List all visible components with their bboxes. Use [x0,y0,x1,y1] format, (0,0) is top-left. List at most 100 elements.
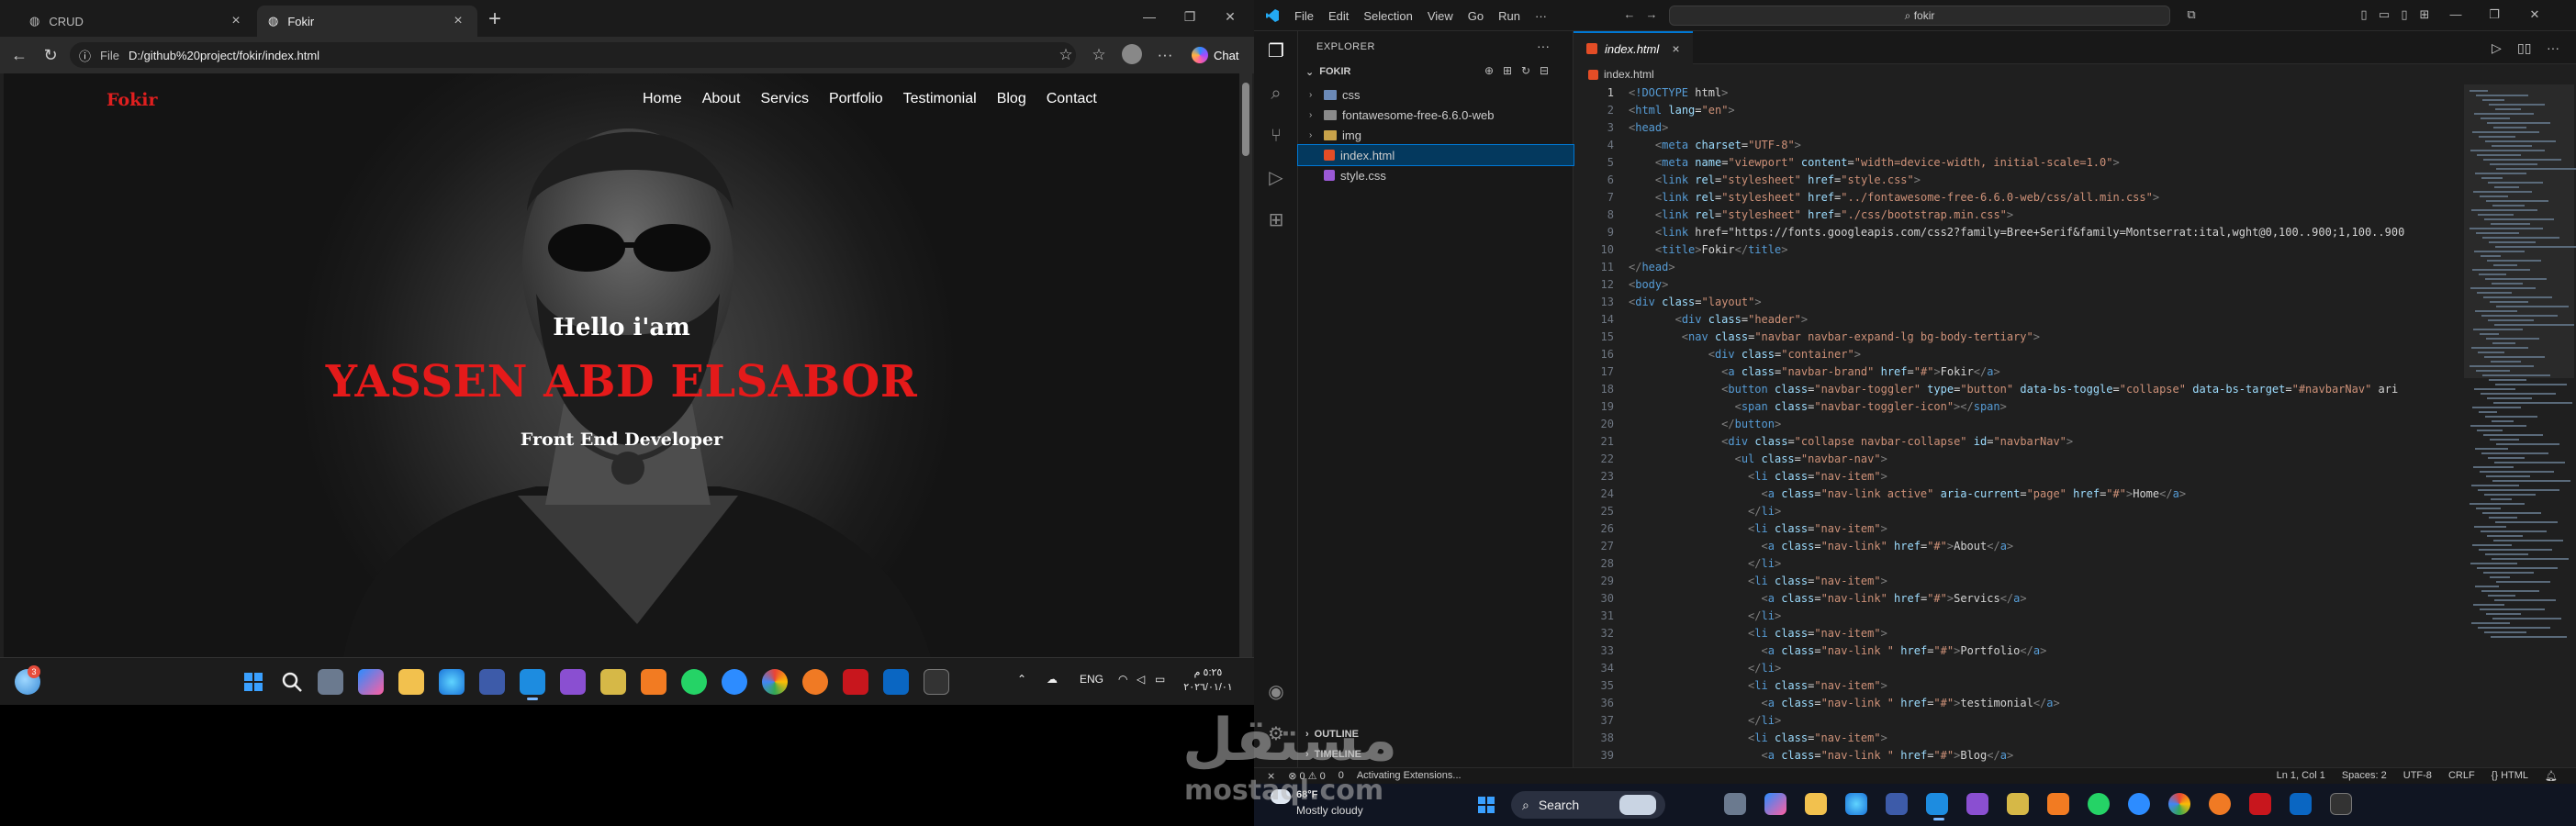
language-indicator[interactable]: ENG [1080,673,1103,686]
linkedin-icon[interactable] [883,669,909,695]
tree-item-css[interactable]: › css [1298,84,1574,105]
nav-link-home[interactable]: Home [643,91,682,107]
taskbar-search[interactable]: ⌕ Search [1511,791,1665,819]
nav-link-portfolio[interactable]: Portfolio [829,91,883,107]
search-icon[interactable] [279,669,305,695]
code-line[interactable]: <a class="nav-link " href="#">testimonia… [1629,695,2060,712]
terminal-icon[interactable] [2330,793,2352,815]
code-line[interactable]: <title>Fokir</title> [1629,241,1788,259]
favorites-icon[interactable]: ☆ [1087,44,1111,66]
more-menu-icon[interactable]: ··· [1153,44,1177,66]
zoom-icon[interactable] [722,669,747,695]
profile-avatar[interactable] [1122,44,1142,64]
minimap[interactable] [2464,84,2576,767]
close-tab-icon[interactable]: × [450,13,466,29]
close-window-button[interactable]: ✕ [2526,7,2543,24]
task-view-icon[interactable] [1724,793,1746,815]
run-icon[interactable]: ▷ [2492,40,2502,56]
minimize-button[interactable]: — [1137,9,1162,28]
language-mode[interactable]: {} HTML [2492,770,2528,782]
code-line[interactable]: </li> [1629,608,1781,625]
app-icon[interactable] [2007,793,2029,815]
nav-link-about[interactable]: About [702,91,741,107]
maximize-button[interactable]: ❐ [1177,9,1203,28]
code-line[interactable]: <div class="container"> [1629,346,1861,363]
code-line[interactable]: <link rel="stylesheet" href="../fontawes… [1629,189,2159,206]
menu-go[interactable]: Go [1468,9,1484,23]
copilot-taskbar-icon[interactable] [358,669,384,695]
code-editor[interactable]: 1 <!DOCTYPE html> 2 <html lang="en"> 3 <head>… [1574,84,2576,767]
code-line[interactable]: </button> [1629,416,1781,433]
refresh-icon[interactable]: ↻ [1518,64,1533,79]
extensions-icon[interactable]: ⊞ [1263,207,1289,233]
bookmark-star-icon[interactable]: ☆ [1054,44,1078,66]
code-line[interactable]: <ul class="navbar-nav"> [1629,451,1887,468]
code-line[interactable]: <a class="navbar-brand" href="#">Fokir</… [1629,363,2000,381]
edge-icon[interactable] [1845,793,1867,815]
code-line[interactable]: <div class="collapse navbar-collapse" id… [1629,433,2073,451]
collapse-all-icon[interactable]: ⊟ [1537,64,1551,79]
split-editor-icon[interactable]: ▯▯ [2517,40,2531,56]
account-icon[interactable]: ◉ [1263,679,1289,705]
maximize-button[interactable]: ❐ [2486,7,2503,24]
code-line[interactable]: <meta name="viewport" content="width=dev… [1629,154,2120,172]
clock[interactable]: ٥:٢٥ م ٢٠٢٦/٠١/٠١ [1181,665,1236,695]
nav-link-blog[interactable]: Blog [997,91,1026,107]
code-line[interactable]: <head> [1629,119,1668,137]
workspace-root[interactable]: ⌄ FOKIR [1305,66,1350,78]
menu-file[interactable]: File [1294,9,1314,23]
onedrive-icon[interactable]: ☁ [1047,673,1058,686]
refresh-button[interactable]: ↻ [39,44,62,66]
copilot-chat-button[interactable]: Chat [1186,42,1243,68]
command-center-search[interactable]: ⌕ fokir [1669,6,2170,26]
nav-link-testimonial[interactable]: Testimonial [903,91,977,107]
minimize-button[interactable]: — [2447,7,2464,24]
code-line[interactable]: <body> [1629,276,1668,294]
code-line[interactable]: </li> [1629,555,1781,573]
volume-icon[interactable]: ◁ [1137,673,1145,686]
sublime-icon[interactable] [641,669,666,695]
code-line[interactable]: <li class="nav-item"> [1629,625,1887,642]
indentation[interactable]: Spaces: 2 [2342,770,2387,782]
code-line[interactable]: <div class="layout"> [1629,294,1762,311]
encoding[interactable]: UTF-8 [2403,770,2432,782]
nav-link-contact[interactable]: Contact [1047,91,1097,107]
zoom-icon[interactable] [2128,793,2150,815]
sublime-icon[interactable] [2047,793,2069,815]
code-line[interactable]: <a class="nav-link active" aria-current=… [1629,486,2187,503]
code-line[interactable]: </li> [1629,660,1781,677]
edge-icon[interactable] [439,669,465,695]
store-icon[interactable] [1886,793,1908,815]
store-icon[interactable] [479,669,505,695]
code-line[interactable]: <li class="nav-item"> [1629,573,1887,590]
file-explorer-icon[interactable] [1805,793,1827,815]
layout-secondary-icon[interactable]: ▯ [2396,7,2413,24]
customize-layout-icon[interactable]: ⊞ [2416,7,2433,24]
code-line[interactable]: <li class="nav-item"> [1629,520,1887,538]
code-line[interactable]: </li> [1629,503,1781,520]
close-window-button[interactable]: ✕ [1217,9,1243,28]
close-tab-icon[interactable]: × [228,13,244,29]
page-scrollbar[interactable] [1239,73,1252,657]
layout-sidebar-icon[interactable]: ▯ [2356,7,2372,24]
back-arrow-icon[interactable]: ← [1621,7,1638,24]
chrome-icon[interactable] [762,669,788,695]
code-line[interactable]: <li class="nav-item"> [1629,730,1887,747]
code-line[interactable]: <html lang="en"> [1629,102,1735,119]
run-debug-icon[interactable]: ▷ [1263,165,1289,191]
terminal-icon[interactable] [924,669,949,695]
code-line[interactable]: <a class="nav-link" href="#">About</a> [1629,538,2014,555]
app-orange-icon[interactable] [2209,793,2231,815]
code-line[interactable]: <button class="navbar-toggler" type="but… [1629,381,2398,398]
code-line[interactable]: <meta charset="UTF-8"> [1629,137,1801,154]
tab-crud[interactable]: ◍ CRUD × [18,6,255,37]
tree-item-fontawesome[interactable]: › fontawesome-free-6.6.0-web [1298,105,1574,125]
cursor-position[interactable]: Ln 1, Col 1 [2277,770,2325,782]
layout-panel-icon[interactable]: ▭ [2376,7,2392,24]
site-brand[interactable]: Fokir [106,90,158,110]
visual-studio-icon[interactable] [1966,793,1988,815]
new-tab-button[interactable]: + [483,7,507,31]
new-file-icon[interactable]: ⊕ [1482,64,1496,79]
visual-studio-icon[interactable] [560,669,586,695]
notifications-icon[interactable]: 🔔︎ [2545,770,2558,782]
